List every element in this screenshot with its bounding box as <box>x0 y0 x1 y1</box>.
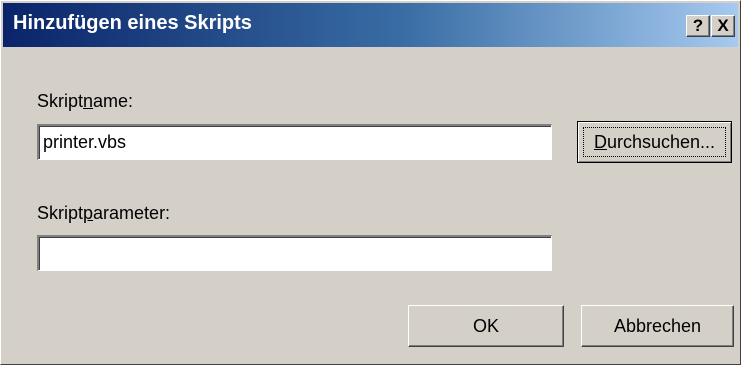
close-icon: X <box>717 16 729 35</box>
cancel-button[interactable]: Abbrechen <box>581 305 734 347</box>
ok-button[interactable]: OK <box>408 305 564 347</box>
script-name-input[interactable] <box>37 124 552 160</box>
script-parameters-input[interactable] <box>37 235 552 271</box>
title-bar[interactable]: Hinzufügen eines Skripts ? X <box>3 3 738 47</box>
script-parameters-label: Skriptparameter: <box>37 203 171 223</box>
script-name-label: Skriptname: <box>37 91 134 111</box>
add-script-dialog: Hinzufügen eines Skripts ? X Skriptname:… <box>0 0 741 365</box>
dialog-title: Hinzufügen eines Skripts <box>13 12 252 34</box>
close-button[interactable]: X <box>711 15 735 37</box>
browse-button[interactable]: Durchsuchen... <box>577 121 732 163</box>
question-mark-icon: ? <box>692 16 704 35</box>
help-button[interactable]: ? <box>686 15 710 37</box>
